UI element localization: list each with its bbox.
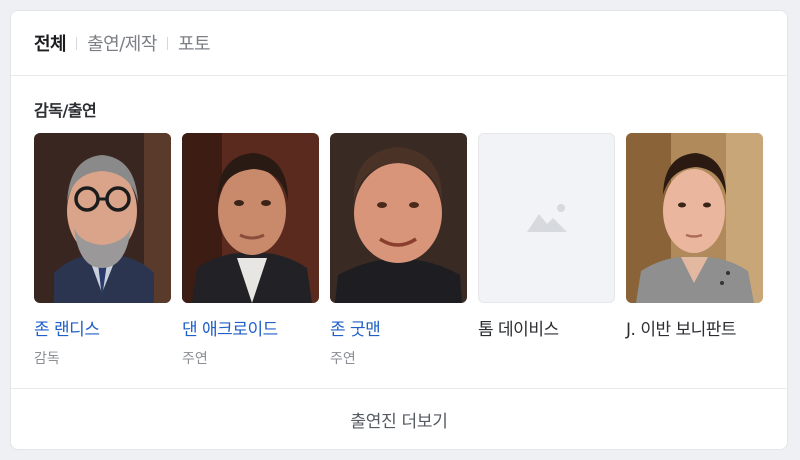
person-photo[interactable] [478,133,615,303]
person-name[interactable]: 존 랜디스 [34,315,171,340]
section-title: 감독/출연 [34,101,97,120]
person-role: 주연 [182,351,208,367]
person-name[interactable]: 댄 애크로이드 [182,315,319,340]
more-cast-button[interactable]: 출연진 더보기 [11,388,787,449]
person-card[interactable]: 댄 애크로이드 주연 [182,133,319,368]
tab-bar: 전체 출연/제작 포토 [11,11,787,76]
person-card[interactable]: 톰 데이비스 [478,133,615,368]
cast-card: 전체 출연/제작 포토 감독/출연 존 랜디스 감독 댄 애크로이드 주연 존 … [10,10,788,450]
tab-all[interactable]: 전체 [34,30,67,56]
person-role: 주연 [330,351,356,367]
person-role: 감독 [34,351,60,367]
person-name[interactable]: 존 굿맨 [330,315,467,340]
tab-cast-crew[interactable]: 출연/제작 [87,30,157,56]
person-name[interactable]: 톰 데이비스 [478,315,615,340]
person-photo[interactable] [34,133,171,303]
person-card[interactable]: J. 이반 보니판트 [626,133,763,368]
tab-divider [76,36,78,50]
tab-divider [166,36,168,50]
person-photo[interactable] [626,133,763,303]
people-list: 존 랜디스 감독 댄 애크로이드 주연 존 굿맨 주연 톰 데이비스 J. 이반… [34,133,763,368]
person-card[interactable]: 존 랜디스 감독 [34,133,171,368]
person-card[interactable]: 존 굿맨 주연 [330,133,467,368]
person-photo[interactable] [182,133,319,303]
person-photo[interactable] [330,133,467,303]
placeholder-image-icon [526,204,567,232]
tab-photos[interactable]: 포토 [178,30,211,56]
person-name[interactable]: J. 이반 보니판트 [626,315,763,340]
